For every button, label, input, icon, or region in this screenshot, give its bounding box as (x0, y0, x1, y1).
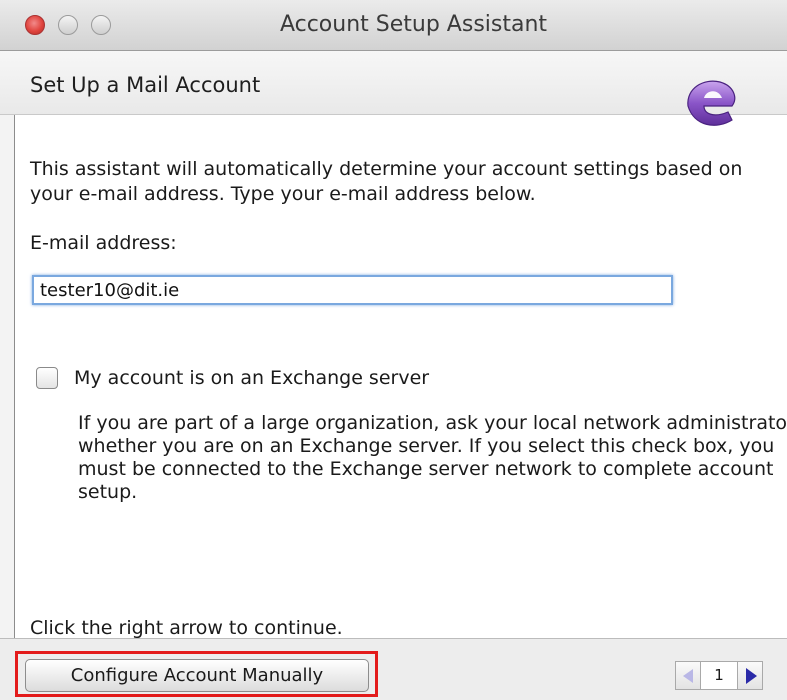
previous-page-button[interactable] (675, 661, 701, 690)
window-title: Account Setup Assistant (279, 12, 548, 37)
pager: 1 (675, 661, 775, 690)
title-bar[interactable]: Account Setup Assistant (0, 0, 787, 51)
account-setup-window: Account Setup Assistant Set Up a Mail Ac… (0, 0, 787, 700)
section-header: Set Up a Mail Account (0, 51, 787, 115)
exchange-description: If you are part of a large organization,… (78, 412, 787, 503)
email-label: E-mail address: (30, 232, 177, 254)
right-arrow-icon (746, 668, 757, 684)
continue-hint: Click the right arrow to continue. (30, 617, 343, 639)
next-page-button[interactable] (737, 661, 763, 690)
left-arrow-icon (683, 669, 693, 683)
page-number: 1 (701, 661, 737, 690)
configure-manually-button[interactable]: Configure Account Manually (25, 659, 369, 692)
intro-text: This assistant will automatically determ… (30, 158, 743, 205)
exchange-checkbox-label[interactable]: My account is on an Exchange server (74, 367, 429, 389)
page-title: Set Up a Mail Account (30, 73, 261, 97)
email-field[interactable] (32, 275, 673, 305)
entourage-logo-icon (687, 80, 736, 126)
exchange-checkbox[interactable] (36, 367, 58, 389)
